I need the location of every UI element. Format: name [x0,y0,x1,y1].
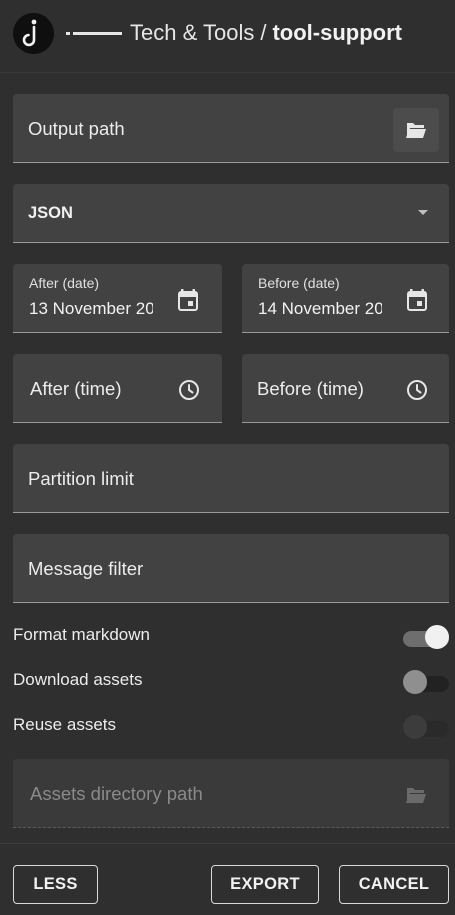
logo-icon [13,13,54,54]
output-path-field[interactable]: Output path [13,94,449,163]
after-date-field[interactable]: After (date) 13 November 2023 [13,264,222,333]
assets-directory-label: Assets directory path [30,783,203,804]
reuse-assets-label: Reuse assets [13,715,116,734]
message-filter-label: Message filter [28,558,144,579]
less-button[interactable]: LESS [13,865,98,904]
dash-separator-icon [66,31,122,35]
breadcrumb-separator: / [260,20,267,45]
after-date-value: 13 November 2023 [29,299,153,318]
before-date-label: Before (date) [258,275,340,291]
after-date-label: After (date) [29,275,100,291]
before-time-label: Before (time) [257,378,364,399]
export-button[interactable]: EXPORT [211,865,319,904]
caret-down-icon [418,210,428,215]
toggle-thumb [403,715,427,739]
breadcrumb: Tech & Tools / tool-support [66,18,402,48]
breadcrumb-current: tool-support [272,20,402,45]
after-time-field[interactable]: After (time) [13,354,222,423]
toggle-thumb [403,670,427,694]
download-assets-label: Download assets [13,670,143,689]
calendar-icon[interactable] [178,289,198,311]
download-assets-toggle[interactable] [403,670,449,694]
folder-open-icon [406,123,426,138]
before-date-field[interactable]: Before (date) 14 November 2023 [242,264,449,333]
assets-directory-field[interactable]: Assets directory path [13,759,449,828]
before-date-value: 14 November 2023 [258,299,382,318]
cancel-button[interactable]: CANCEL [339,865,449,904]
clock-icon[interactable] [406,379,428,401]
reuse-assets-toggle[interactable] [403,715,449,739]
toggle-thumb [425,625,449,649]
calendar-icon[interactable] [407,289,427,311]
output-path-label: Output path [28,118,125,139]
footer-divider [0,843,455,844]
browse-output-button[interactable] [393,108,439,152]
format-markdown-label: Format markdown [13,625,150,644]
message-filter-field[interactable]: Message filter [13,534,449,603]
breadcrumb-parent: Tech & Tools [130,20,255,45]
format-markdown-row: Format markdown [13,623,449,649]
reuse-assets-row: Reuse assets [13,713,449,739]
format-selected-value: JSON [28,204,73,222]
format-select[interactable]: JSON [13,184,449,243]
app-header: Tech & Tools / tool-support [0,0,455,73]
download-assets-row: Download assets [13,668,449,694]
before-time-field[interactable]: Before (time) [242,354,449,423]
partition-limit-label: Partition limit [28,468,134,489]
after-time-label: After (time) [30,378,122,399]
folder-open-icon[interactable] [405,786,427,804]
clock-icon[interactable] [178,379,200,401]
format-markdown-toggle[interactable] [403,625,449,649]
partition-limit-field[interactable]: Partition limit [13,444,449,513]
